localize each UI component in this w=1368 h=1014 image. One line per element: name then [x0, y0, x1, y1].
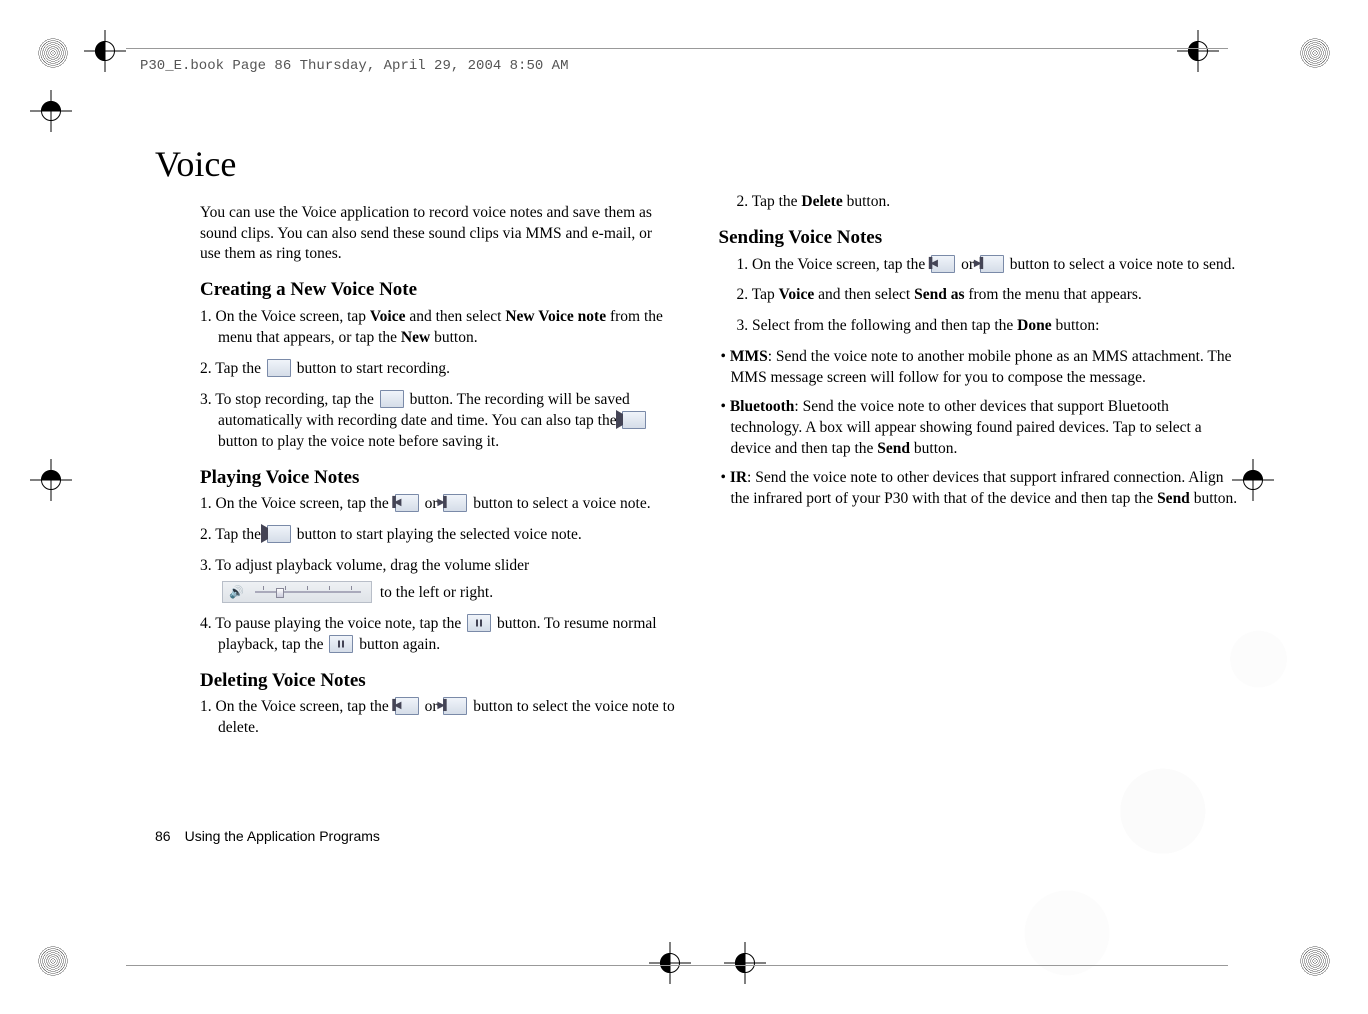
intro-paragraph: You can use the Voice application to rec…: [155, 203, 677, 266]
bullet-item: • IR: Send the voice note to other devic…: [717, 468, 1239, 510]
crop-circle-icon: [38, 38, 68, 68]
step-text: 1. On the Voice screen, tap the ▐◀ or ▶▌…: [173, 494, 677, 515]
page-title: Voice: [155, 140, 677, 189]
registration-mark-icon: [1183, 36, 1213, 66]
play-button-icon: [622, 411, 646, 429]
page-content: Voice You can use the Voice application …: [155, 140, 1238, 864]
section-heading-play: Playing Voice Notes: [155, 465, 677, 491]
registration-mark-icon: [90, 36, 120, 66]
page-number: 86: [155, 828, 171, 844]
step-text: 2. Tap the Delete button.: [735, 192, 1239, 213]
next-button-icon: ▶▌: [443, 494, 467, 512]
registration-mark-icon: [655, 948, 685, 978]
section-heading-create: Creating a New Voice Note: [155, 277, 677, 303]
step-text: 2. Tap Voice and then select Send as fro…: [735, 285, 1239, 306]
footer-section-title: Using the Application Programs: [185, 828, 380, 844]
step-text: 1. On the Voice screen, tap Voice and th…: [173, 307, 677, 349]
bullet-item: • Bluetooth: Send the voice note to othe…: [717, 397, 1239, 460]
next-button-icon: ▶▌: [980, 255, 1004, 273]
crop-circle-icon: [1300, 38, 1330, 68]
stop-button-icon: [380, 390, 404, 408]
record-button-icon: [267, 359, 291, 377]
book-header: P30_E.book Page 86 Thursday, April 29, 2…: [140, 58, 568, 74]
registration-mark-icon: [730, 948, 760, 978]
next-button-icon: ▶▌: [443, 697, 467, 715]
crop-circle-icon: [1300, 946, 1330, 976]
step-text: 2. Tap the button to start playing the s…: [173, 525, 677, 546]
step-text: 1. On the Voice screen, tap the ▐◀ or ▶▌…: [735, 255, 1239, 276]
section-heading-delete: Deleting Voice Notes: [155, 668, 677, 694]
step-text: 🔊 to the left or right.: [155, 581, 677, 604]
pause-button-icon: [329, 635, 353, 653]
footer-rule: [126, 965, 1228, 966]
volume-slider-icon: 🔊: [222, 581, 372, 603]
previous-button-icon: ▐◀: [395, 494, 419, 512]
step-text: 1. On the Voice screen, tap the ▐◀ or ▶▌…: [173, 697, 677, 739]
step-text: 4. To pause playing the voice note, tap …: [173, 614, 677, 656]
previous-button-icon: ▐◀: [395, 697, 419, 715]
play-button-icon: [267, 525, 291, 543]
step-text: 3. To stop recording, tap the button. Th…: [173, 390, 677, 453]
step-text: 3. Select from the following and then ta…: [735, 316, 1239, 337]
step-text: 2. Tap the button to start recording.: [173, 359, 677, 380]
left-column: Voice You can use the Voice application …: [155, 140, 677, 864]
right-column: 2. Tap the Delete button. Sending Voice …: [717, 140, 1239, 864]
section-heading-send: Sending Voice Notes: [717, 225, 1239, 251]
crop-circle-icon: [38, 946, 68, 976]
pause-button-icon: [467, 614, 491, 632]
registration-mark-icon: [36, 96, 66, 126]
header-rule: [126, 48, 1228, 49]
previous-button-icon: ▐◀: [931, 255, 955, 273]
step-text: 3. To adjust playback volume, drag the v…: [173, 556, 677, 577]
registration-mark-icon: [1238, 465, 1268, 495]
registration-mark-icon: [36, 465, 66, 495]
bullet-item: • MMS: Send the voice note to another mo…: [717, 347, 1239, 389]
page-footer: 86 Using the Application Programs: [155, 828, 380, 844]
